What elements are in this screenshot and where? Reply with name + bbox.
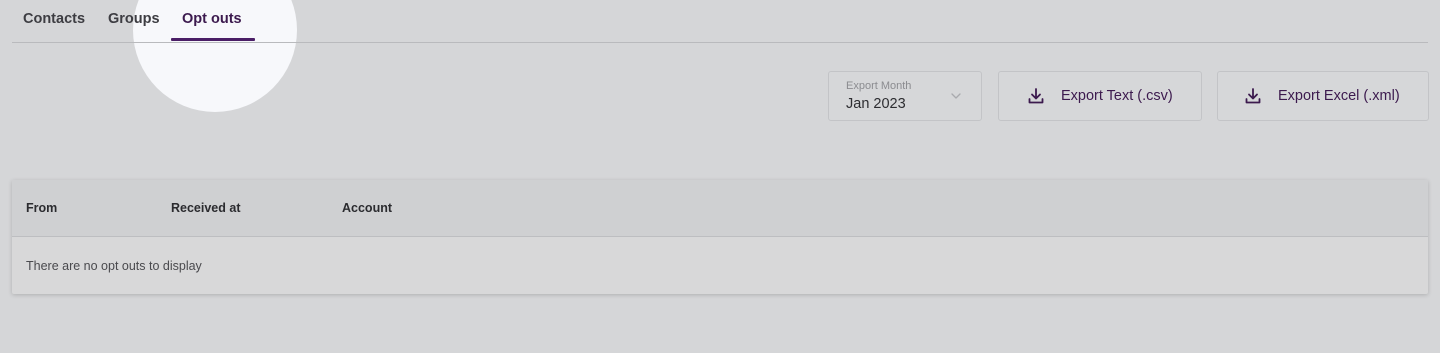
column-header-from[interactable]: From bbox=[26, 201, 57, 215]
column-header-account[interactable]: Account bbox=[342, 201, 392, 215]
export-month-select[interactable]: Export Month Jan 2023 bbox=[828, 71, 982, 121]
active-tab-indicator bbox=[171, 38, 255, 41]
download-icon bbox=[1245, 88, 1261, 104]
export-month-label: Export Month bbox=[846, 80, 912, 92]
export-excel-label: Export Excel (.xml) bbox=[1278, 88, 1400, 104]
table-header: From Received at Account bbox=[12, 180, 1428, 237]
tab-bar: Contacts Groups Opt outs bbox=[12, 0, 1428, 43]
download-icon bbox=[1028, 88, 1044, 104]
tab-opt-outs[interactable]: Opt outs bbox=[182, 11, 242, 27]
opt-outs-table: From Received at Account There are no op… bbox=[12, 180, 1428, 294]
export-month-value: Jan 2023 bbox=[846, 96, 906, 112]
chevron-down-icon bbox=[951, 93, 961, 99]
export-csv-label: Export Text (.csv) bbox=[1061, 88, 1173, 104]
export-excel-button[interactable]: Export Excel (.xml) bbox=[1217, 71, 1429, 121]
empty-table-message: There are no opt outs to display bbox=[26, 259, 202, 273]
column-header-received-at[interactable]: Received at bbox=[171, 201, 240, 215]
tab-groups[interactable]: Groups bbox=[108, 11, 160, 27]
export-csv-button[interactable]: Export Text (.csv) bbox=[998, 71, 1202, 121]
tab-contacts[interactable]: Contacts bbox=[23, 11, 85, 27]
